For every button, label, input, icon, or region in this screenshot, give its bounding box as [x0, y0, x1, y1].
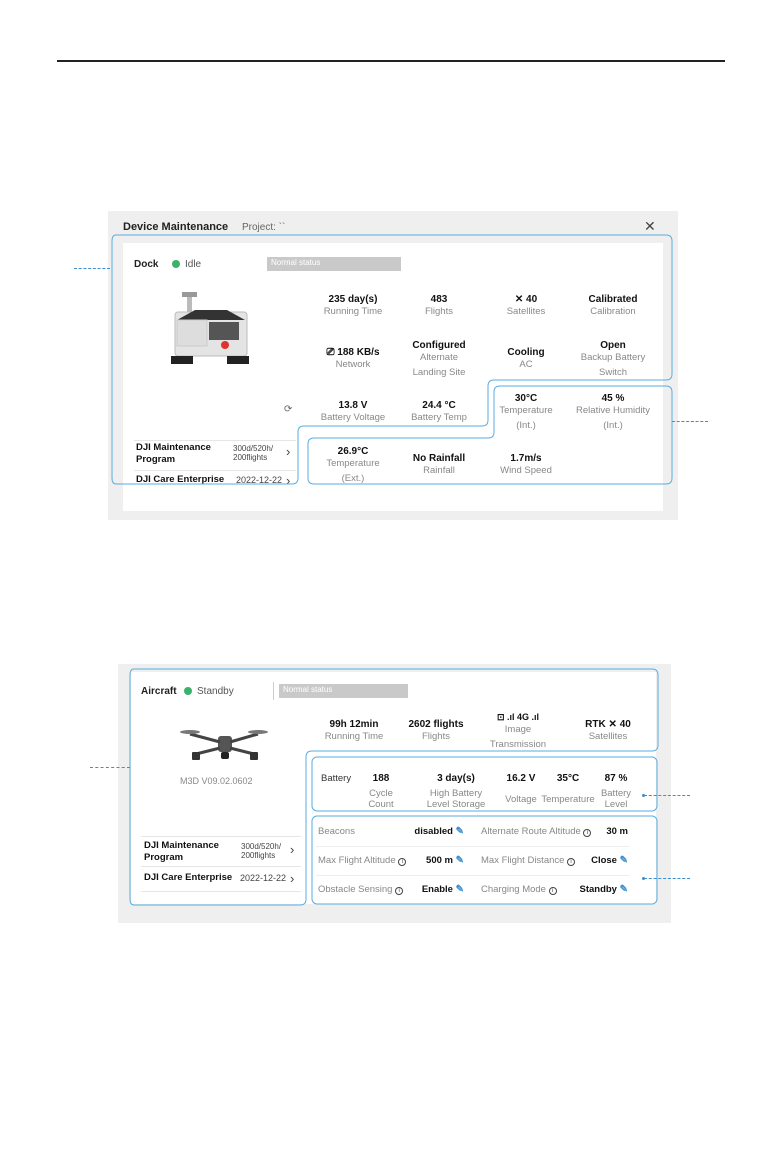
callout-line [644, 878, 690, 879]
callout-line [672, 421, 708, 422]
dock-highlight-outline [111, 234, 673, 485]
aircraft-highlight-outline [129, 668, 659, 906]
callout-line [90, 767, 130, 768]
callout-line [74, 268, 110, 269]
page-top-rule [57, 60, 725, 62]
callout-line [644, 795, 690, 796]
